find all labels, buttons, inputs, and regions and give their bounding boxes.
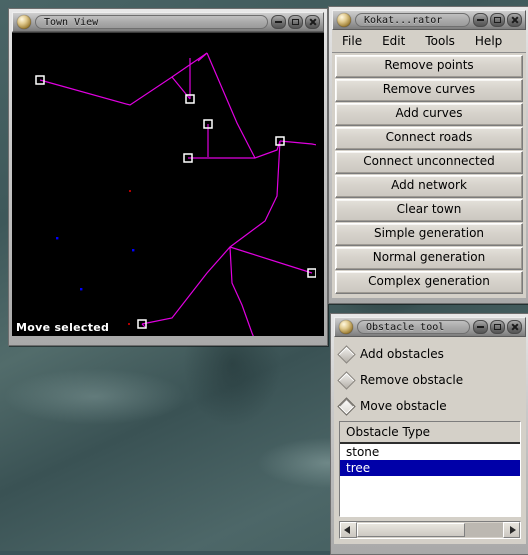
obstacle-type-list[interactable]: stone tree [340,444,520,516]
minimize-icon[interactable] [271,15,286,29]
radio-label: Remove obstacle [360,373,464,387]
road-polyline [39,76,191,106]
menu-file[interactable]: File [332,32,372,50]
remove-curves-button[interactable]: Remove curves [335,79,523,102]
town-view-window-buttons[interactable] [271,15,320,29]
radio-diamond-icon [337,370,356,390]
maximize-icon[interactable] [288,15,303,29]
road-polyline [206,52,256,159]
obstacle-type-listbox[interactable]: Obstacle Type stone tree [339,421,521,517]
obstacle-tool-title: Obstacle tool [357,320,470,334]
radio-diamond-icon [337,396,356,416]
road-network-graphic [35,52,316,336]
road-polyline [229,246,313,274]
radio-label: Add obstacles [360,347,444,361]
road-polyline [197,52,208,62]
normal-generation-button[interactable]: Normal generation [335,247,523,270]
generator-title: Kokat...rator [355,13,470,27]
obstacle-marker-red[interactable] [128,323,130,325]
window-menu-orb-icon[interactable] [337,13,351,27]
radio-diamond-icon [337,344,356,364]
town-view-titlebar[interactable]: Town View [12,12,324,32]
road-polyline [141,323,146,328]
town-view-window[interactable]: Town View Move selected [8,8,328,346]
obstacle-list-horizontal-scrollbar[interactable] [339,521,521,539]
obstacle-marker-blue[interactable] [80,288,83,291]
status-text: Move selected [16,321,110,334]
window-menu-orb-icon[interactable] [17,15,31,29]
generator-titlebar[interactable]: Kokat...rator [332,10,526,30]
radio-remove-obstacle[interactable]: Remove obstacle [337,369,521,391]
radio-move-obstacle[interactable]: Move obstacle [337,395,521,417]
complex-generation-button[interactable]: Complex generation [335,271,523,294]
arrow-right-icon[interactable] [503,522,520,538]
road-polyline [141,140,281,325]
scrollbar-thumb[interactable] [357,523,466,537]
obstacle-marker-blue[interactable] [132,249,135,252]
obstacle-mode-radio-group[interactable]: Add obstacles Remove obstacle Move obstacl… [337,343,521,417]
simple-generation-button[interactable]: Simple generation [335,223,523,246]
menu-edit[interactable]: Edit [372,32,415,50]
town-view-title: Town View [35,15,268,29]
road-polyline [188,140,281,159]
obstacle-type-column-header: Obstacle Type [340,422,520,444]
generator-menubar[interactable]: File Edit Tools Help [332,30,526,53]
arrow-left-icon[interactable] [340,522,357,538]
generator-action-buttons[interactable]: Remove points Remove curves Add curves Conn… [332,53,526,298]
generator-window-buttons[interactable] [473,13,522,27]
connect-roads-button[interactable]: Connect roads [335,127,523,150]
add-curves-button[interactable]: Add curves [335,103,523,126]
minimize-icon[interactable] [473,13,488,27]
road-polyline [279,140,316,146]
connect-unconnected-button[interactable]: Connect unconnected [335,151,523,174]
maximize-icon[interactable] [490,320,505,334]
clear-town-button[interactable]: Clear town [335,199,523,222]
radio-add-obstacles[interactable]: Add obstacles [337,343,521,365]
remove-points-button[interactable]: Remove points [335,55,523,78]
radio-label: Move obstacle [360,399,447,413]
list-item[interactable]: stone [340,444,520,460]
obstacle-marker-blue[interactable] [56,237,59,240]
close-icon[interactable] [507,320,522,334]
add-network-button[interactable]: Add network [335,175,523,198]
obstacle-tool-window-buttons[interactable] [473,320,522,334]
maximize-icon[interactable] [490,13,505,27]
menu-tools[interactable]: Tools [415,32,465,50]
town-view-canvas[interactable]: Move selected [12,32,324,336]
close-icon[interactable] [507,13,522,27]
obstacle-marker-red[interactable] [129,190,131,192]
road-polyline [229,246,254,336]
minimize-icon[interactable] [473,320,488,334]
obstacle-tool-window[interactable]: Obstacle tool Add obstacles Remove obstac… [330,313,528,555]
obstacle-tool-titlebar[interactable]: Obstacle tool [334,317,526,337]
town-generator-window[interactable]: Kokat...rator File Edit Tools Help Remove p… [328,6,528,304]
list-item[interactable]: tree [340,460,520,476]
close-icon[interactable] [305,15,320,29]
menu-help[interactable]: Help [465,32,512,50]
scrollbar-trough[interactable] [357,523,503,537]
window-menu-orb-icon[interactable] [339,320,353,334]
